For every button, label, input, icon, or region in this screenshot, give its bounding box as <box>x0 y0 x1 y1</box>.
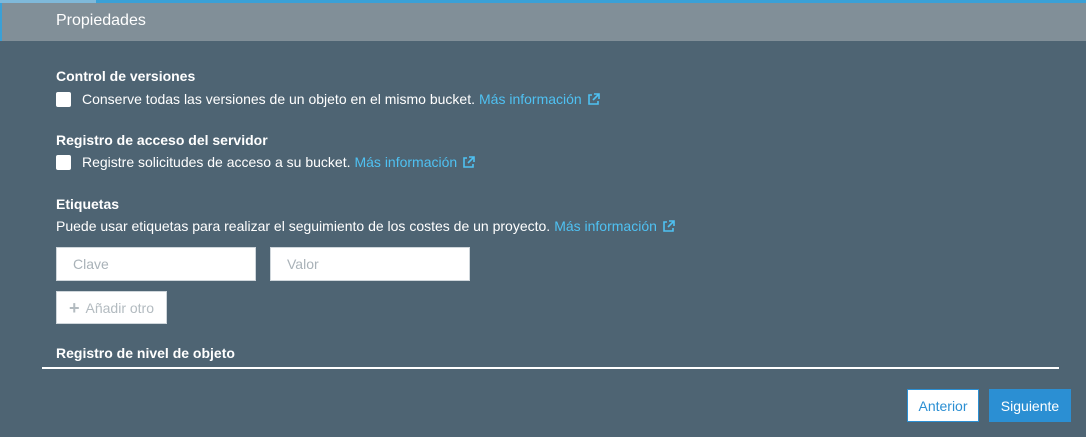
tags-title: Etiquetas <box>56 196 120 212</box>
server-access-logging-text: Registre solicitudes de acceso a su buck… <box>82 154 351 170</box>
server-access-logging-more-info-link[interactable]: Más información <box>354 154 475 170</box>
server-access-logging-more-info-label: Más información <box>354 154 458 170</box>
tag-value-input[interactable] <box>270 247 470 281</box>
external-link-icon <box>663 219 675 232</box>
external-link-icon <box>587 92 600 105</box>
object-logging-title: Registro de nivel de objeto <box>56 345 235 361</box>
tags-more-info-link[interactable]: Más información <box>554 218 675 234</box>
versioning-title: Control de versiones <box>56 68 196 84</box>
next-button[interactable]: Siguiente <box>989 389 1071 422</box>
plus-icon: + <box>69 297 80 318</box>
server-access-logging-checkbox[interactable] <box>56 154 71 170</box>
properties-header: Propiedades <box>0 3 1086 41</box>
previous-button[interactable]: Anterior <box>907 389 979 422</box>
add-tag-button[interactable]: + Añadir otro <box>56 291 167 324</box>
versioning-checkbox[interactable] <box>56 91 71 107</box>
external-link-icon <box>463 155 475 168</box>
tags-text: Puede usar etiquetas para realizar el se… <box>56 218 551 234</box>
section-divider <box>42 367 1059 369</box>
versioning-more-info-label: Más información <box>479 91 582 107</box>
tag-key-input[interactable] <box>56 247 256 281</box>
tags-description-row: Puede usar etiquetas para realizar el se… <box>56 218 675 234</box>
versioning-row: Conserve todas las versiones de un objet… <box>56 91 600 107</box>
tags-more-info-label: Más información <box>554 218 657 234</box>
versioning-more-info-link[interactable]: Más información <box>479 91 600 107</box>
page-title: Propiedades <box>56 12 146 29</box>
server-access-logging-row: Registre solicitudes de acceso a su buck… <box>56 154 475 170</box>
versioning-text: Conserve todas las versiones de un objet… <box>82 91 475 107</box>
add-tag-label: Añadir otro <box>85 299 154 316</box>
server-access-logging-title: Registro de acceso del servidor <box>56 132 268 148</box>
